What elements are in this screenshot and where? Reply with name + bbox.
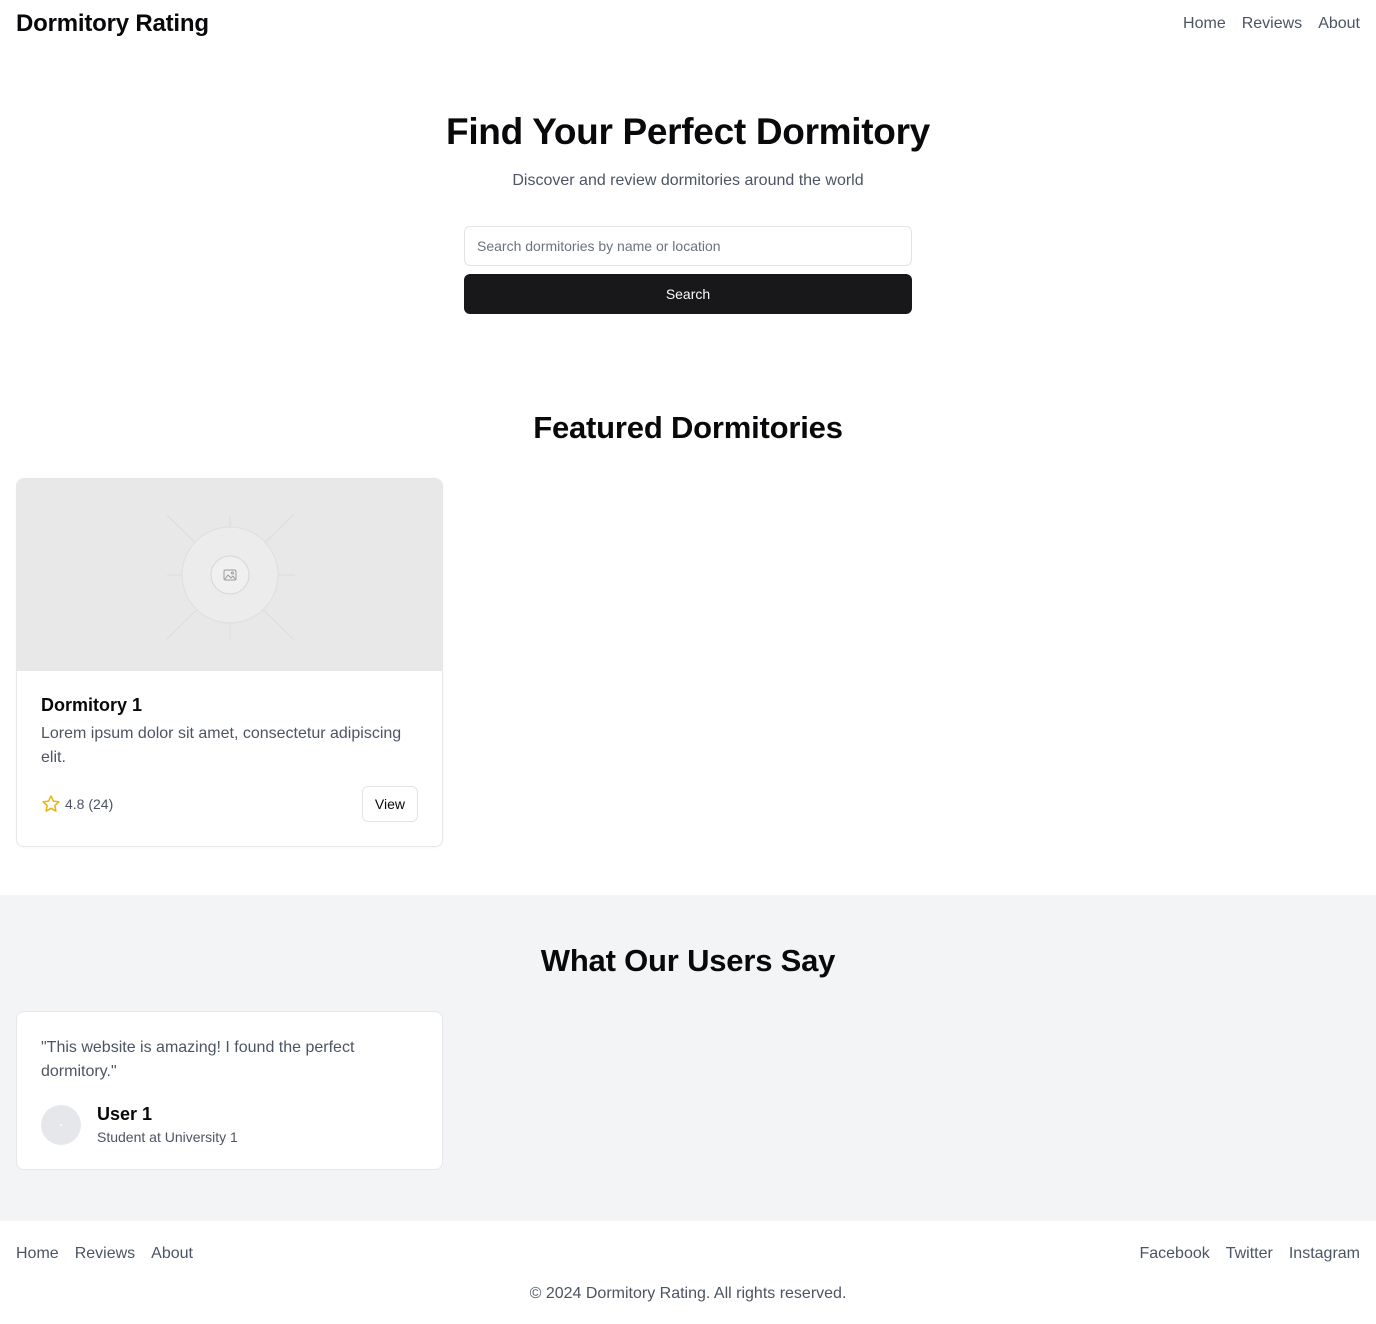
featured-section: Featured Dormitories Dormitory 1 Lorem i… xyxy=(0,314,1376,895)
hero-section: Find Your Perfect Dormitory Discover and… xyxy=(0,48,1376,314)
dormitory-card: Dormitory 1 Lorem ipsum dolor sit amet, … xyxy=(16,478,443,847)
star-icon xyxy=(42,795,60,812)
search-input[interactable] xyxy=(464,226,912,266)
nav-link-about[interactable]: About xyxy=(1318,15,1360,33)
footer-link-about[interactable]: About xyxy=(151,1245,193,1263)
featured-card-list: Dormitory 1 Lorem ipsum dolor sit amet, … xyxy=(0,446,1376,847)
rating-value: 4.8 (24) xyxy=(65,796,114,812)
nav-link-home[interactable]: Home xyxy=(1183,15,1226,33)
search-form: Search xyxy=(464,226,912,314)
testimonial-quote: "This website is amazing! I found the pe… xyxy=(41,1039,355,1080)
hero-subtitle: Discover and review dormitories around t… xyxy=(512,172,864,189)
testimonials-title: What Our Users Say xyxy=(540,943,836,978)
rating: 4.8 (24) xyxy=(41,794,113,814)
dormitory-card-body: Dormitory 1 Lorem ipsum dolor sit amet, … xyxy=(17,671,442,846)
testimonial-author: User 1 Student at University 1 xyxy=(41,1104,418,1145)
featured-title: Featured Dormitories xyxy=(533,410,843,445)
view-button[interactable]: View xyxy=(361,786,418,822)
footer-link-instagram[interactable]: Instagram xyxy=(1289,1245,1360,1263)
nav-link-reviews[interactable]: Reviews xyxy=(1242,15,1302,33)
footer-link-twitter[interactable]: Twitter xyxy=(1226,1245,1273,1263)
footer-nav: Home Reviews About xyxy=(16,1245,193,1263)
testimonial-card: "This website is amazing! I found the pe… xyxy=(16,1011,443,1170)
avatar xyxy=(41,1104,81,1145)
dormitory-description: Lorem ipsum dolor sit amet, consectetur … xyxy=(41,725,402,766)
avatar-placeholder-icon xyxy=(60,1123,62,1126)
image-placeholder-icon xyxy=(166,514,295,641)
author-name: User 1 xyxy=(97,1104,153,1124)
site-footer: Home Reviews About Facebook Twitter Inst… xyxy=(0,1221,1376,1303)
footer-row: Home Reviews About Facebook Twitter Inst… xyxy=(16,1245,1360,1263)
top-navbar: Dormitory Rating Home Reviews About xyxy=(0,0,1376,48)
footer-link-home[interactable]: Home xyxy=(16,1245,59,1263)
footer-link-reviews[interactable]: Reviews xyxy=(75,1245,135,1263)
main-nav: Home Reviews About xyxy=(1183,15,1360,33)
testimonials-section: What Our Users Say "This website is amaz… xyxy=(0,895,1376,1221)
footer-link-facebook[interactable]: Facebook xyxy=(1139,1245,1209,1263)
dormitory-title: Dormitory 1 xyxy=(41,695,143,715)
dormitory-card-footer: 4.8 (24) View xyxy=(41,786,418,822)
copyright: © 2024 Dormitory Rating. All rights rese… xyxy=(529,1285,847,1302)
site-logo[interactable]: Dormitory Rating xyxy=(16,10,209,38)
hero-title: Find Your Perfect Dormitory xyxy=(446,111,930,152)
author-info: User 1 Student at University 1 xyxy=(97,1104,238,1145)
dormitory-image-placeholder xyxy=(17,479,442,671)
author-role: Student at University 1 xyxy=(97,1129,238,1145)
footer-social: Facebook Twitter Instagram xyxy=(1139,1245,1360,1263)
search-button[interactable]: Search xyxy=(464,274,912,314)
